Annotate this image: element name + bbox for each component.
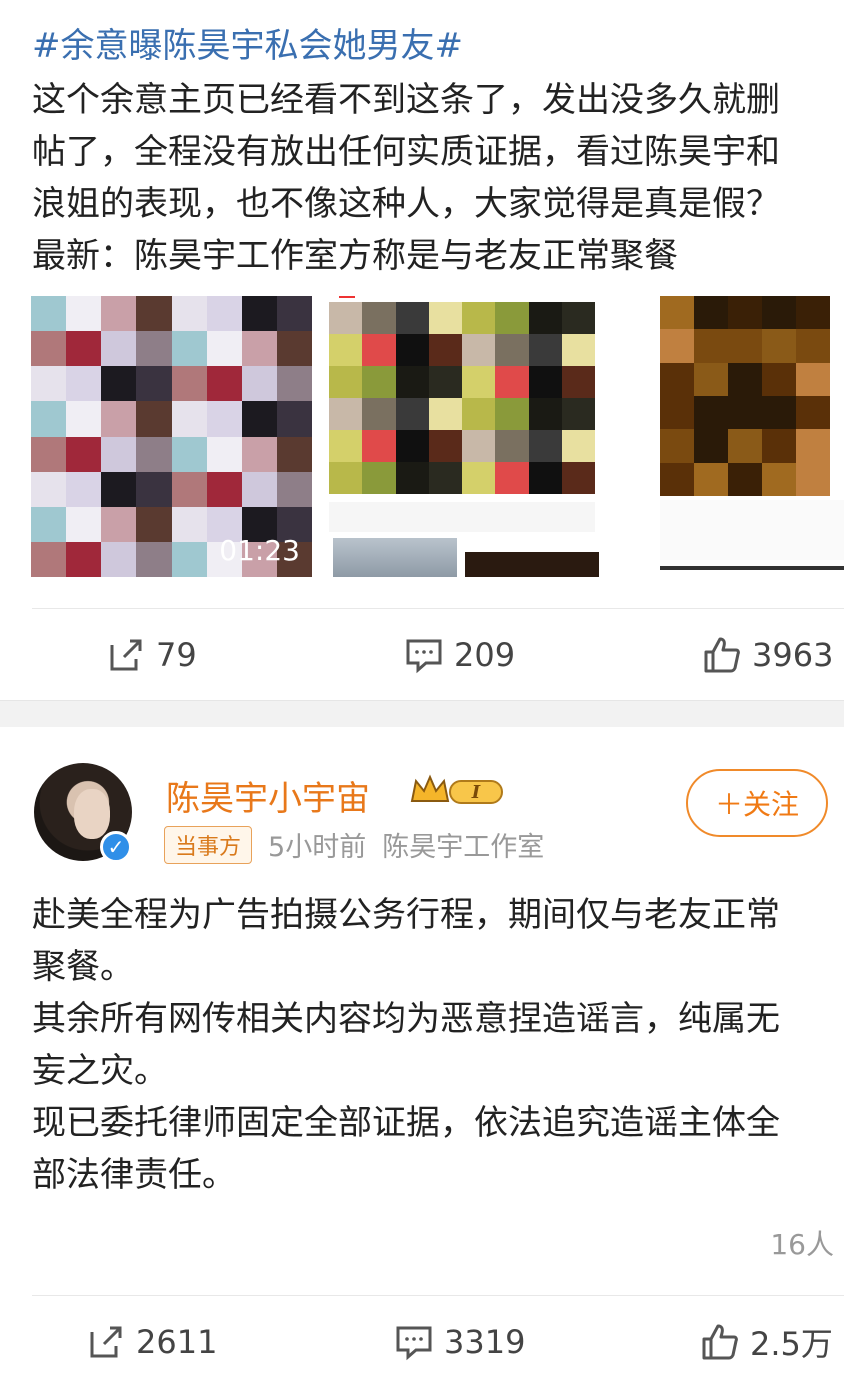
post-body-line: 这个余意主页已经看不到这条了，发出没多久就删 <box>32 80 780 120</box>
thumbs-up-icon <box>702 1324 738 1360</box>
comment-button[interactable]: 209 <box>404 610 515 700</box>
thumbs-up-icon <box>704 637 740 673</box>
post-body-line: 现已委托律师固定全部证据，依法追究造谣主体全 <box>32 1103 780 1143</box>
feed-separator <box>0 700 844 728</box>
like-count: 3963 <box>752 636 834 674</box>
like-button[interactable]: 2.5万 <box>700 1297 833 1387</box>
post-body: 这个余意主页已经看不到这条了，发出没多久就删 帖了，全程没有放出任何实质证据，看… <box>32 74 844 282</box>
post-body-line: 帖了，全程没有放出任何实质证据，看过陈昊宇和 <box>32 132 780 172</box>
dark-photo <box>465 552 599 577</box>
repost-button[interactable]: 79 <box>106 610 197 700</box>
repost-button[interactable]: 2611 <box>86 1297 217 1387</box>
post-body-line: 赴美全程为广告拍摄公务行程，期间仅与老友正常 <box>32 895 780 935</box>
pixelated-image <box>660 296 830 496</box>
pixelated-image <box>329 302 595 494</box>
vip-crown-icon: I <box>410 774 503 804</box>
people-count[interactable]: 16人 <box>770 1223 834 1263</box>
post-body-line: 聚餐。 <box>32 947 134 987</box>
image-row: 01:23 <box>31 296 844 577</box>
hashtag-link[interactable]: #余意曝陈昊宇私会她男友# <box>32 18 463 67</box>
post-card-1: #余意曝陈昊宇私会她男友# 这个余意主页已经看不到这条了，发出没多久就删 帖了，… <box>0 0 844 700</box>
like-button[interactable]: 3963 <box>702 610 833 700</box>
divider <box>32 608 844 609</box>
post-body-line: 最新：陈昊宇工作室方称是与老友正常聚餐 <box>32 236 678 276</box>
post-source: 陈昊宇工作室 <box>382 832 545 863</box>
level-badge-text: I <box>471 782 481 803</box>
like-count: 2.5万 <box>750 1325 833 1363</box>
post-body-line: 浪姐的表现，也不像这种人，大家觉得是真是假？ <box>32 184 780 224</box>
video-thumbnail[interactable]: 01:23 <box>31 296 312 577</box>
post-body-line: 妄之灾。 <box>32 1051 168 1091</box>
action-bar: 2611 3319 2.5万 <box>0 1297 844 1387</box>
comment-icon <box>396 1326 432 1361</box>
verified-icon: ✓ <box>100 831 132 863</box>
share-icon <box>90 1326 122 1358</box>
action-bar: 79 209 3963 <box>0 610 844 700</box>
screenshot-bar <box>660 566 844 570</box>
post-time: 5小时前 <box>268 832 367 863</box>
comment-count: 209 <box>454 636 516 674</box>
screenshot-caption-area <box>329 502 595 532</box>
repost-count: 2611 <box>136 1323 218 1361</box>
username[interactable]: 陈昊宇小宇宙 <box>166 771 370 820</box>
image-thumbnail-3[interactable] <box>660 296 844 577</box>
post-body: 赴美全程为广告拍摄公务行程，期间仅与老友正常 聚餐。 其余所有网传相关内容均为恶… <box>32 889 844 1201</box>
image-thumbnail-2[interactable] <box>329 296 599 577</box>
building-photo <box>333 538 457 577</box>
party-tag: 当事方 <box>164 825 253 864</box>
divider <box>32 1295 844 1296</box>
red-mark <box>339 296 355 298</box>
follow-button[interactable]: ＋关注 <box>686 769 828 837</box>
screenshot-caption-area <box>660 500 844 560</box>
comment-count: 3319 <box>444 1323 526 1361</box>
video-duration: 01:23 <box>219 534 300 567</box>
share-icon <box>110 639 142 671</box>
repost-count: 79 <box>156 636 197 674</box>
post-body-line: 部法律责任。 <box>32 1155 236 1195</box>
post-body-line: 其余所有网传相关内容均为恶意捏造谣言，纯属无 <box>32 999 780 1039</box>
post-meta: 当事方 5小时前 陈昊宇工作室 <box>164 825 544 864</box>
post-card-2: ✓ 陈昊宇小宇宙 I 当事方 5小时前 陈昊宇工作室 ＋关注 赴美全程为广告拍摄… <box>0 727 844 1381</box>
comment-button[interactable]: 3319 <box>394 1297 525 1387</box>
comment-icon <box>406 639 442 674</box>
